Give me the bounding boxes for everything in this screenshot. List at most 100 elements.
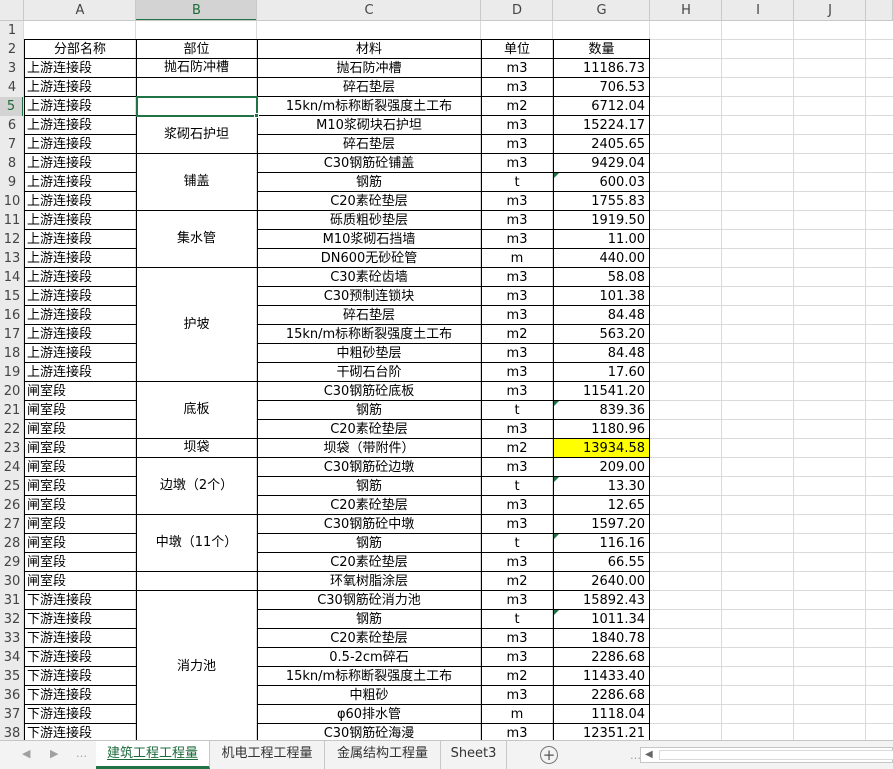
cell-material[interactable]: 砾质粗砂垫层 [258,211,480,230]
cell-unit[interactable]: m3 [482,363,552,382]
cell-unit[interactable]: m3 [482,420,552,439]
cell-quantity[interactable]: 2405.65 [554,135,649,153]
cell-quantity[interactable]: 440.00 [554,249,649,267]
column-title-d[interactable]: 单位 [481,40,553,59]
row-header[interactable]: 27 [0,515,24,534]
cell-quantity[interactable]: 1180.96 [554,420,649,438]
cell-section[interactable]: 闸室段 [25,496,135,515]
row-header[interactable]: 18 [0,344,24,363]
cell-section[interactable]: 下游连接段 [25,705,135,724]
add-sheet-button[interactable]: + [540,746,558,764]
cell-section[interactable]: 下游连接段 [25,610,135,629]
cell-material[interactable]: C30钢筋砼边墩 [258,458,480,477]
cell-material[interactable]: C20素砼垫层 [258,192,480,211]
row-header[interactable]: 28 [0,534,24,553]
column-title-b[interactable]: 部位 [136,40,257,59]
row-header[interactable]: 33 [0,629,24,648]
row-header[interactable]: 15 [0,287,24,306]
cell-material[interactable]: 钢筋 [258,534,480,553]
cell-location[interactable]: 抛石防冲槽 [137,59,256,77]
row-header[interactable]: 13 [0,249,24,268]
column-header-j[interactable]: J [794,0,866,21]
cell-location[interactable]: 边墩（2个） [137,458,256,514]
cell-material[interactable]: 钢筋 [258,173,480,192]
cell-quantity[interactable]: 2286.68 [554,648,649,666]
column-header-g[interactable]: G [553,0,650,21]
cell-section[interactable]: 上游连接段 [25,154,135,173]
cell-quantity[interactable]: 17.60 [554,363,649,381]
cell-quantity[interactable]: 84.48 [554,306,649,324]
row-header[interactable]: 1 [0,21,24,40]
cell-unit[interactable]: m3 [482,59,552,78]
tab-electromechanical-works[interactable]: 机电工程工程量 [210,741,325,769]
cell-location[interactable]: 铺盖 [137,154,256,210]
row-header[interactable]: 35 [0,667,24,686]
cell-quantity[interactable]: 12.65 [554,496,649,514]
cell-unit[interactable]: m3 [482,515,552,534]
cell-material[interactable]: C30钢筋砼消力池 [258,591,480,610]
column-header-k[interactable] [866,0,893,21]
cell-quantity[interactable]: 839.36 [554,401,649,419]
cell-quantity[interactable]: 1840.78 [554,629,649,647]
cell-unit[interactable]: t [482,534,552,553]
cell-unit[interactable]: m3 [482,344,552,363]
row-header[interactable]: 6 [0,116,24,135]
cell-unit[interactable]: m3 [482,268,552,287]
cell-material[interactable]: 钢筋 [258,477,480,496]
cell-section[interactable]: 上游连接段 [25,192,135,211]
cell-section[interactable]: 闸室段 [25,439,135,458]
cell-quantity[interactable]: 58.08 [554,268,649,286]
cell-quantity[interactable]: 15224.17 [554,116,649,134]
cell-material[interactable]: C20素砼垫层 [258,629,480,648]
row-header[interactable]: 34 [0,648,24,667]
cell-quantity[interactable]: 11.00 [554,230,649,248]
cell-location[interactable] [137,572,256,590]
row-header[interactable]: 23 [0,439,24,458]
column-title-a[interactable]: 分部名称 [24,40,136,59]
cell-location[interactable]: 坝袋 [137,439,256,457]
row-header[interactable]: 16 [0,306,24,325]
cell-unit[interactable]: m3 [482,287,552,306]
cell-unit[interactable]: m3 [482,306,552,325]
cell-section[interactable]: 上游连接段 [25,287,135,306]
cell-unit[interactable]: m3 [482,686,552,705]
cell-section[interactable]: 闸室段 [25,534,135,553]
cell-section[interactable]: 上游连接段 [25,268,135,287]
cell-quantity[interactable]: 11541.20 [554,382,649,400]
cell-section[interactable]: 闸室段 [25,477,135,496]
cell-unit[interactable]: m [482,705,552,724]
row-header[interactable]: 7 [0,135,24,154]
cell-unit[interactable]: m2 [482,97,552,116]
cell-quantity[interactable]: 1011.34 [554,610,649,628]
cell-unit[interactable]: m3 [482,78,552,97]
cell-quantity[interactable]: 6712.04 [554,97,649,115]
cell-quantity[interactable]: 1755.83 [554,192,649,210]
cell-material[interactable]: C20素砼垫层 [258,496,480,515]
column-title-c[interactable]: 材料 [257,40,481,59]
cell-material[interactable]: 0.5-2cm碎石 [258,648,480,667]
cell-quantity[interactable]: 84.48 [554,344,649,362]
cell-section[interactable]: 闸室段 [25,572,135,591]
cell-section[interactable]: 上游连接段 [25,230,135,249]
cell-material[interactable]: C30素砼齿墙 [258,268,480,287]
cell-unit[interactable]: m3 [482,154,552,173]
cell-material[interactable]: C30预制连锁块 [258,287,480,306]
cell-section[interactable]: 闸室段 [25,515,135,534]
cell-unit[interactable]: m3 [482,211,552,230]
cell-quantity[interactable]: 209.00 [554,458,649,476]
select-all-corner[interactable] [0,0,24,21]
row-header[interactable]: 9 [0,173,24,192]
cell-section[interactable]: 上游连接段 [25,78,135,97]
cell-material[interactable]: 碎石垫层 [258,135,480,154]
cell-material[interactable]: φ60排水管 [258,705,480,724]
row-header[interactable]: 2 [0,40,24,59]
cell-unit[interactable]: m2 [482,572,552,591]
cell-unit[interactable]: m3 [482,192,552,211]
cell-quantity[interactable]: 706.53 [554,78,649,96]
cell-section[interactable]: 下游连接段 [25,686,135,705]
column-header-a[interactable]: A [24,0,136,21]
cell-unit[interactable]: t [482,610,552,629]
cell-material[interactable]: 碎石垫层 [258,78,480,97]
cell-section[interactable]: 上游连接段 [25,344,135,363]
cell-unit[interactable]: m3 [482,135,552,154]
